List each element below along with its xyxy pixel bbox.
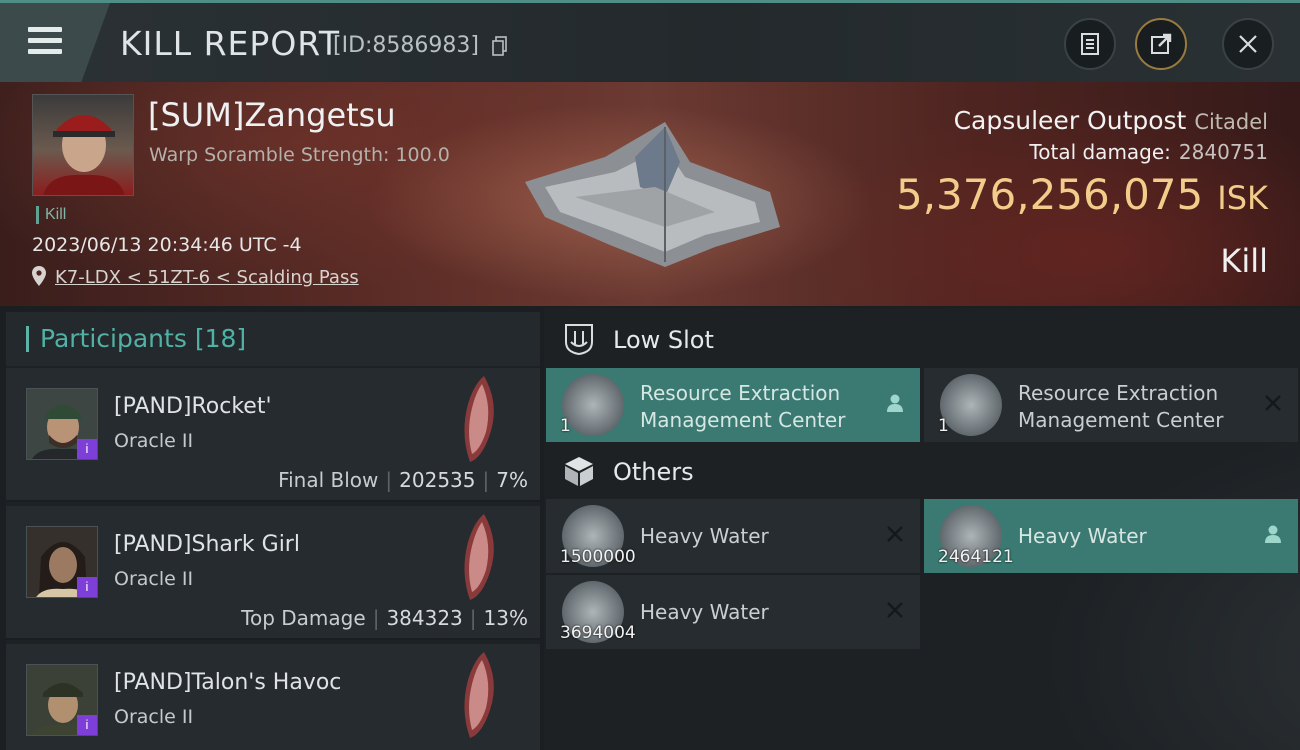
participant-ship: Oracle II <box>114 706 194 728</box>
participant-row[interactable]: i [PAND]Rocket' Oracle II Final Blow | 202… <box>6 368 540 502</box>
participant-name[interactable]: [PAND]Shark Girl <box>114 532 300 557</box>
participants-header: Participants [18] <box>6 312 540 366</box>
ship-icon <box>464 376 494 462</box>
report-details-button[interactable] <box>1064 18 1116 70</box>
item-quantity: 1500000 <box>560 547 636 567</box>
menu-icon <box>28 27 62 55</box>
cargo-box-icon <box>565 457 593 486</box>
victim-name[interactable]: [SUM]Zangetsu <box>148 96 396 134</box>
copy-icon[interactable] <box>492 36 508 56</box>
close-button[interactable] <box>1222 18 1274 70</box>
victim-avatar[interactable] <box>32 94 134 196</box>
item-name: Heavy Water <box>640 524 769 548</box>
destroyed-x-icon <box>887 526 903 542</box>
participant-row[interactable]: i [PAND]Shark Girl Oracle II Top Damage |… <box>6 506 540 640</box>
share-icon <box>1151 33 1172 54</box>
clipboard-icon <box>1081 33 1099 55</box>
destroyed-x-icon <box>1265 395 1281 411</box>
participant-ship: Oracle II <box>114 430 194 452</box>
location-link[interactable]: K7-LDX < 51ZT-6 < Scalding Pass <box>55 267 359 288</box>
low-slot-icon <box>565 324 593 356</box>
total-damage-label: Total damage: <box>1029 140 1171 164</box>
participants-panel: Participants [18] i [PAND]Rocket' Oracle… <box>6 312 540 750</box>
kill-tag: Kill <box>36 206 66 224</box>
low-slot-label: Low Slot <box>613 326 714 354</box>
item-quantity: 3694004 <box>560 623 636 643</box>
isk-unit: ISK <box>1217 179 1268 217</box>
share-button[interactable] <box>1135 18 1187 70</box>
cargo-item[interactable]: 3694004 Heavy Water <box>546 575 920 649</box>
location-pin-icon <box>32 266 46 286</box>
module-icon <box>940 374 1002 436</box>
item-name: Resource Extraction Management Center <box>640 381 846 432</box>
victim-banner: [SUM]Zangetsu Warp Soramble Strength: 10… <box>0 82 1300 306</box>
report-id: [ID:8586983] <box>333 33 479 58</box>
participants-count: [18] <box>194 324 247 353</box>
total-damage: Total damage: 2840751 <box>1029 140 1268 164</box>
kill-timestamp: 2023/06/13 20:34:46 UTC -4 <box>32 234 302 256</box>
participant-damage: 202535 <box>399 468 476 492</box>
participants-title: Participants [18] <box>40 324 247 353</box>
participant-stats: Final Blow | 202535 | 7% <box>278 468 528 492</box>
corp-badge-icon: i <box>77 715 97 735</box>
close-icon <box>1239 35 1257 53</box>
structure-type: Capsuleer Outpost <box>953 106 1187 135</box>
structure-image <box>525 122 780 267</box>
item-quantity: 1 <box>560 416 571 436</box>
ship-icon <box>464 652 494 738</box>
cargo-item[interactable]: 1500000 Heavy Water <box>546 499 920 573</box>
item-name: Resource Extraction Management Center <box>1018 381 1224 432</box>
ship-icon <box>464 514 494 600</box>
item-name: Heavy Water <box>1018 524 1147 548</box>
participant-damage: 384323 <box>386 606 463 630</box>
item-quantity: 1 <box>938 416 949 436</box>
item-quantity: 2464121 <box>938 547 1014 567</box>
participant-percent: 13% <box>483 606 528 630</box>
module-icon <box>562 374 624 436</box>
structure-name: Capsuleer Outpost Citadel <box>954 106 1268 135</box>
item-name: Heavy Water <box>640 600 769 624</box>
participant-role: Top Damage <box>241 606 366 630</box>
avatar[interactable]: i <box>26 664 98 736</box>
participant-stats: Top Damage | 384323 | 13% <box>241 606 528 630</box>
low-slot-item[interactable]: 1 Resource Extraction Management Center <box>546 368 920 442</box>
participant-role: Final Blow <box>278 468 379 492</box>
structure-class: Citadel <box>1194 110 1268 134</box>
page-title: KILL REPORT <box>120 24 340 63</box>
isk-value: 5,376,256,075 <box>895 170 1204 219</box>
participant-ship: Oracle II <box>114 568 194 590</box>
isk-value-line: 5,376,256,075 ISK <box>896 170 1268 219</box>
top-bar: KILL REPORT [ID:8586983] <box>0 0 1300 82</box>
corp-badge-icon: i <box>77 577 97 597</box>
dropped-person-icon <box>1265 525 1281 543</box>
corp-badge-icon: i <box>77 439 97 459</box>
avatar[interactable]: i <box>26 388 98 460</box>
total-damage-value: 2840751 <box>1178 140 1268 164</box>
avatar[interactable]: i <box>26 526 98 598</box>
participant-name[interactable]: [PAND]Talon's Havoc <box>114 670 341 695</box>
destroyed-x-icon <box>887 602 903 618</box>
cargo-item[interactable]: 2464121 Heavy Water <box>924 499 1298 573</box>
participant-row[interactable]: i [PAND]Talon's Havoc Oracle II <box>6 644 540 750</box>
participant-percent: 7% <box>496 468 528 492</box>
fitting-panel: Low Slot 1 Resource Extraction Managemen… <box>544 308 1300 750</box>
low-slot-item[interactable]: 1 Resource Extraction Management Center <box>924 368 1298 442</box>
others-label: Others <box>613 458 694 486</box>
dropped-person-icon <box>887 394 903 412</box>
victim-subtitle: Warp Soramble Strength: 100.0 <box>149 144 450 166</box>
menu-button[interactable] <box>0 3 110 82</box>
result-label: Kill <box>1220 242 1268 280</box>
participant-name[interactable]: [PAND]Rocket' <box>114 394 272 419</box>
